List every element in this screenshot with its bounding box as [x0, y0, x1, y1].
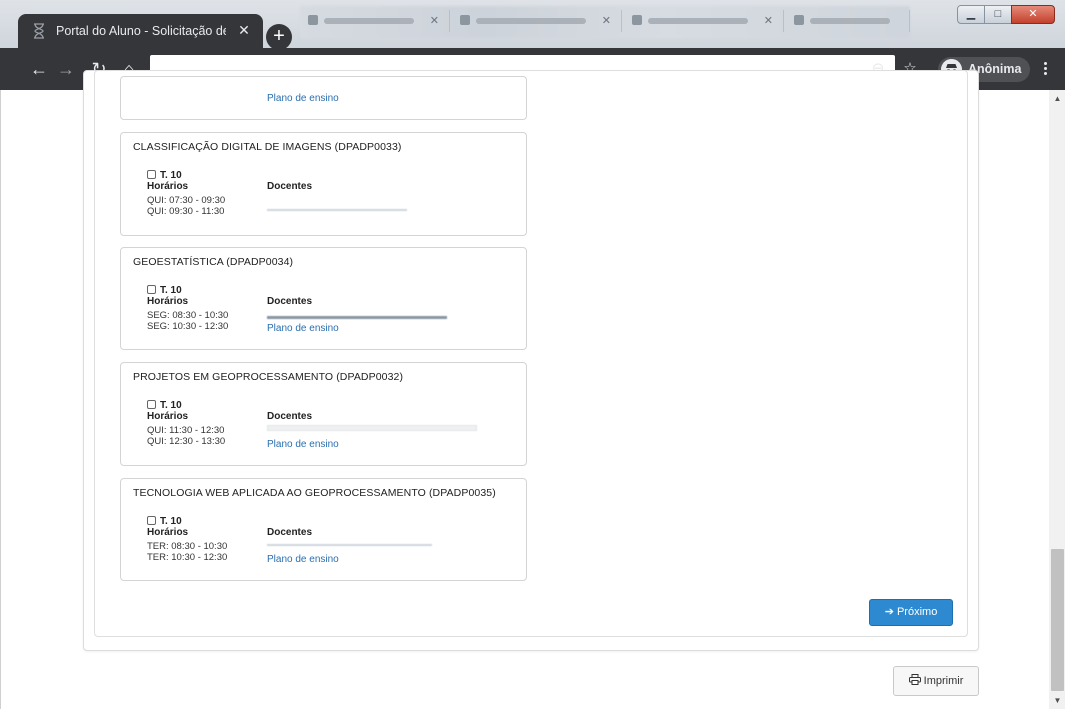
- page-viewport: Plano de ensino CLASSIFICAÇÃO DIGITAL DE…: [0, 70, 1065, 709]
- turma-checkbox[interactable]: [147, 516, 156, 525]
- redacted-docente: [267, 209, 407, 211]
- background-tab[interactable]: ✕: [300, 10, 450, 32]
- tab-favicon-icon: [308, 15, 318, 25]
- horarios-label: Horários: [147, 527, 189, 538]
- maximize-button[interactable]: □: [984, 5, 1012, 24]
- tab-favicon-icon: [632, 15, 642, 25]
- schedule-entry: TER: 08:30 - 10:30: [147, 541, 228, 552]
- horarios-label: Horários: [147, 181, 189, 192]
- tab-title: Portal do Aluno - Solicitação de I: [56, 24, 226, 38]
- turma-option[interactable]: T. 10: [147, 285, 182, 296]
- background-tab[interactable]: [786, 10, 910, 32]
- print-button-label: Imprimir: [923, 675, 964, 687]
- docentes-label: Docentes: [267, 296, 313, 307]
- horarios-label: Horários: [147, 411, 189, 422]
- printer-icon: [908, 674, 921, 685]
- turma-option[interactable]: T. 10: [147, 170, 182, 181]
- next-button-label: Próximo: [896, 606, 938, 618]
- new-tab-button[interactable]: +: [266, 24, 292, 50]
- turma-option[interactable]: T. 10: [147, 400, 182, 411]
- docentes-label: Docentes: [267, 181, 313, 192]
- vertical-scrollbar[interactable]: ▲ ▼: [1049, 90, 1065, 709]
- background-tab[interactable]: ✕: [452, 10, 622, 32]
- scroll-up-arrow-icon[interactable]: ▲: [1049, 90, 1065, 107]
- redacted-docente: [267, 425, 477, 431]
- horarios-label: Horários: [147, 296, 189, 307]
- scroll-down-arrow-icon[interactable]: ▼: [1049, 692, 1065, 709]
- course-card: Plano de ensino: [120, 76, 527, 120]
- turma-label: T. 10: [160, 400, 182, 411]
- browser-titlebar: ✕ ✕ ✕ Portal do Aluno - Solicitação de I…: [0, 0, 1065, 50]
- turma-checkbox[interactable]: [147, 400, 156, 409]
- turma-option[interactable]: T. 10: [147, 516, 182, 527]
- course-title: GEOESTATÍSTICA (DPADP0034): [133, 256, 294, 268]
- schedule-entry: SEG: 10:30 - 12:30: [147, 321, 229, 332]
- course-card: GEOESTATÍSTICA (DPADP0034) T. 10 Horário…: [120, 247, 527, 350]
- print-button[interactable]: Imprimir: [893, 666, 979, 696]
- back-arrow-icon[interactable]: ←: [28, 58, 50, 80]
- turma-checkbox[interactable]: [147, 170, 156, 179]
- hourglass-icon: [34, 23, 44, 39]
- course-card: TECNOLOGIA WEB APLICADA AO GEOPROCESSAME…: [120, 478, 527, 581]
- chevron-circle-right-icon: ➔: [884, 606, 894, 618]
- forward-arrow-icon[interactable]: →: [55, 58, 77, 80]
- docentes-label: Docentes: [267, 527, 313, 538]
- docentes-label: Docentes: [267, 411, 313, 422]
- plano-de-ensino-link[interactable]: Plano de ensino: [267, 439, 339, 450]
- close-icon[interactable]: ✕: [235, 21, 253, 39]
- background-tab[interactable]: ✕: [624, 10, 784, 32]
- plano-de-ensino-link[interactable]: Plano de ensino: [267, 554, 339, 565]
- turma-label: T. 10: [160, 285, 182, 296]
- window-controls: ▁ □ ✕: [957, 5, 1055, 25]
- course-title: PROJETOS EM GEOPROCESSAMENTO (DPADP0032): [133, 371, 404, 383]
- turma-checkbox[interactable]: [147, 285, 156, 294]
- course-card: PROJETOS EM GEOPROCESSAMENTO (DPADP0032)…: [120, 362, 527, 466]
- schedule-entry: QUI: 12:30 - 13:30: [147, 436, 226, 447]
- close-window-button[interactable]: ✕: [1011, 5, 1055, 24]
- turma-label: T. 10: [160, 170, 182, 181]
- redacted-docente: [267, 316, 447, 319]
- schedule-entry: QUI: 09:30 - 11:30: [147, 206, 225, 217]
- schedule-entry: QUI: 11:30 - 12:30: [147, 425, 225, 436]
- tab-favicon-icon: [460, 15, 470, 25]
- turma-label: T. 10: [160, 516, 182, 527]
- plano-de-ensino-link[interactable]: Plano de ensino: [267, 93, 339, 104]
- close-icon[interactable]: ✕: [764, 14, 773, 27]
- minimize-button[interactable]: ▁: [957, 5, 985, 24]
- close-icon[interactable]: ✕: [602, 14, 611, 27]
- course-title: TECNOLOGIA WEB APLICADA AO GEOPROCESSAME…: [133, 487, 496, 499]
- browser-menu-icon[interactable]: [1040, 60, 1050, 80]
- scrollbar-thumb[interactable]: [1051, 549, 1064, 691]
- redacted-docente: [267, 544, 432, 546]
- schedule-entry: TER: 10:30 - 12:30: [147, 552, 228, 563]
- plano-de-ensino-link[interactable]: Plano de ensino: [267, 323, 339, 334]
- active-tab[interactable]: Portal do Aluno - Solicitação de I ✕: [18, 14, 263, 48]
- course-card: CLASSIFICAÇÃO DIGITAL DE IMAGENS (DPADP0…: [120, 132, 527, 236]
- schedule-entry: QUI: 07:30 - 09:30: [147, 195, 226, 206]
- close-icon[interactable]: ✕: [430, 14, 439, 27]
- schedule-entry: SEG: 08:30 - 10:30: [147, 310, 229, 321]
- next-button[interactable]: ➔ Próximo: [869, 599, 953, 626]
- tab-favicon-icon: [794, 15, 804, 25]
- course-title: CLASSIFICAÇÃO DIGITAL DE IMAGENS (DPADP0…: [133, 141, 402, 153]
